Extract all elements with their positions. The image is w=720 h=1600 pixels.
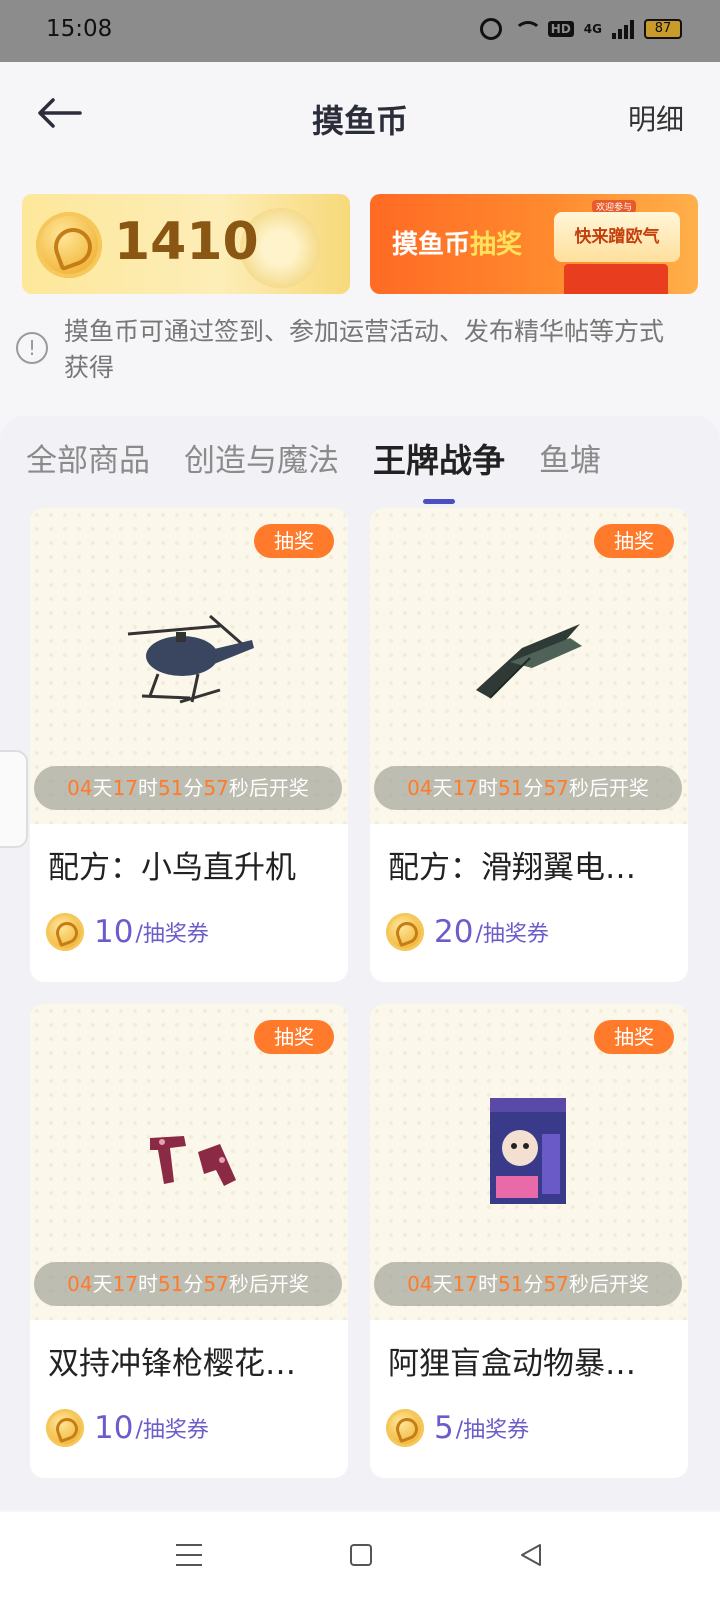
product-title: 配方：滑翔翼电…: [388, 850, 636, 886]
tab-ace-war-label: 王牌战争: [373, 441, 505, 480]
gift-box-icon: [564, 264, 668, 294]
product-card[interactable]: 抽奖 04天17时51分57秒后开奖 配方：滑翔翼电… 20 /抽奖券: [370, 508, 688, 982]
price-value: 10: [94, 914, 134, 950]
tab-all[interactable]: 全部商品: [26, 436, 150, 506]
product-price: 10 /抽奖券: [46, 910, 209, 954]
page-title: 摸鱼币: [311, 102, 408, 140]
system-nav-bar: [0, 1512, 720, 1600]
product-title: 配方：小鸟直升机: [48, 850, 296, 886]
price-unit: /抽奖券: [135, 1418, 209, 1443]
network-type: 4G: [583, 22, 602, 36]
price-unit: /抽奖券: [135, 922, 209, 947]
app-header: 摸鱼币 明细: [0, 62, 720, 170]
detail-link[interactable]: 明细: [628, 98, 684, 138]
status-bar: 15:08 HD 4G 87: [0, 0, 720, 62]
fish-coin-icon: [386, 1409, 424, 1447]
battery-icon: 87: [644, 19, 682, 39]
side-drawer-handle[interactable]: [0, 750, 28, 848]
product-price: 20 /抽奖券: [386, 910, 549, 954]
alarm-icon: [479, 18, 502, 40]
lottery-badge: 抽奖: [594, 524, 674, 558]
product-title: 双持冲锋枪樱花…: [48, 1346, 296, 1382]
price-unit: /抽奖券: [455, 1418, 530, 1443]
product-price: 10 /抽奖券: [46, 1406, 209, 1450]
fish-coin-icon: [36, 212, 102, 278]
product-image-area: 抽奖 04天17时51分57秒后开奖: [30, 1004, 348, 1320]
product-price: 5 /抽奖券: [386, 1406, 529, 1450]
home-icon[interactable]: [350, 1544, 372, 1566]
banner-title-b: 抽奖: [470, 230, 523, 260]
banner-pill: 快来蹭欧气: [554, 212, 680, 262]
category-tabs: 全部商品 创造与魔法 王牌战争 鱼塘: [26, 436, 601, 506]
back-triangle-icon[interactable]: [518, 1542, 544, 1568]
price-value: 10: [94, 1410, 134, 1446]
tab-active-indicator: [423, 499, 455, 504]
info-line-1: 摸鱼币可通过签到、参加运营活动、发布精华帖等方式: [64, 317, 665, 346]
coin-balance: 1410: [114, 212, 259, 272]
tab-fish-pond[interactable]: 鱼塘: [539, 436, 601, 506]
countdown-label: 04天17时51分57秒后开奖: [374, 1262, 682, 1306]
glider-image: [476, 624, 582, 699]
fish-coin-icon: [386, 913, 424, 951]
tab-create-magic[interactable]: 创造与魔法: [184, 436, 339, 506]
product-image-area: 抽奖 04天17时51分57秒后开奖: [30, 508, 348, 824]
fish-coin-icon: [46, 913, 84, 951]
product-image-area: 抽奖 04天17时51分57秒后开奖: [370, 508, 688, 824]
product-card[interactable]: 抽奖 04天17时51分57秒后开奖 双持冲锋枪樱花… 10 /抽奖券: [30, 1004, 348, 1478]
lottery-banner[interactable]: 欢迎参与 摸鱼币抽奖 快来蹭欧气: [370, 194, 698, 294]
lottery-badge: 抽奖: [254, 524, 334, 558]
hd-icon: HD: [547, 21, 574, 37]
countdown-label: 04天17时51分57秒后开奖: [34, 766, 342, 810]
coin-balance-card[interactable]: 1410: [22, 194, 350, 294]
countdown-label: 04天17时51分57秒后开奖: [374, 766, 682, 810]
status-icons: HD 4G 87: [479, 18, 682, 40]
product-card[interactable]: 抽奖 04天17时51分57秒后开奖 配方：小鸟直升机 10 /抽奖券: [30, 508, 348, 982]
signal-icon: [612, 19, 634, 39]
banner-title-a: 摸鱼币: [392, 230, 471, 260]
countdown-label: 04天17时51分57秒后开奖: [34, 1262, 342, 1306]
product-image-area: 抽奖 04天17时51分57秒后开奖: [370, 1004, 688, 1320]
price-unit: /抽奖券: [475, 922, 549, 947]
wifi-icon: [512, 19, 542, 39]
product-panel: 全部商品 创造与魔法 王牌战争 鱼塘 抽奖 04天17时51分57秒后开奖 配方…: [0, 416, 720, 1510]
banner-title: 摸鱼币抽奖: [392, 224, 522, 261]
blind-box-image: [490, 1098, 566, 1204]
product-title: 阿狸盲盒动物暴…: [388, 1346, 636, 1382]
info-line-2: 获得: [64, 353, 115, 382]
helicopter-image: [127, 614, 254, 704]
fish-coin-icon: [46, 1409, 84, 1447]
info-text: 摸鱼币可通过签到、参加运营活动、发布精华帖等方式 获得: [64, 314, 720, 386]
recent-apps-icon[interactable]: [176, 1544, 202, 1566]
info-icon: !: [16, 332, 48, 364]
lottery-badge: 抽奖: [254, 1020, 334, 1054]
info-note: ! 摸鱼币可通过签到、参加运营活动、发布精华帖等方式 获得: [16, 314, 720, 394]
product-card[interactable]: 抽奖 04天17时51分57秒后开奖 阿狸盲盒动物暴… 5 /抽奖券: [370, 1004, 688, 1478]
status-time: 15:08: [46, 16, 113, 42]
price-value: 5: [434, 1410, 454, 1446]
tab-ace-war[interactable]: 王牌战争: [373, 436, 505, 506]
lottery-badge: 抽奖: [594, 1020, 674, 1054]
dual-smg-image: [150, 1136, 236, 1186]
price-value: 20: [434, 914, 474, 950]
